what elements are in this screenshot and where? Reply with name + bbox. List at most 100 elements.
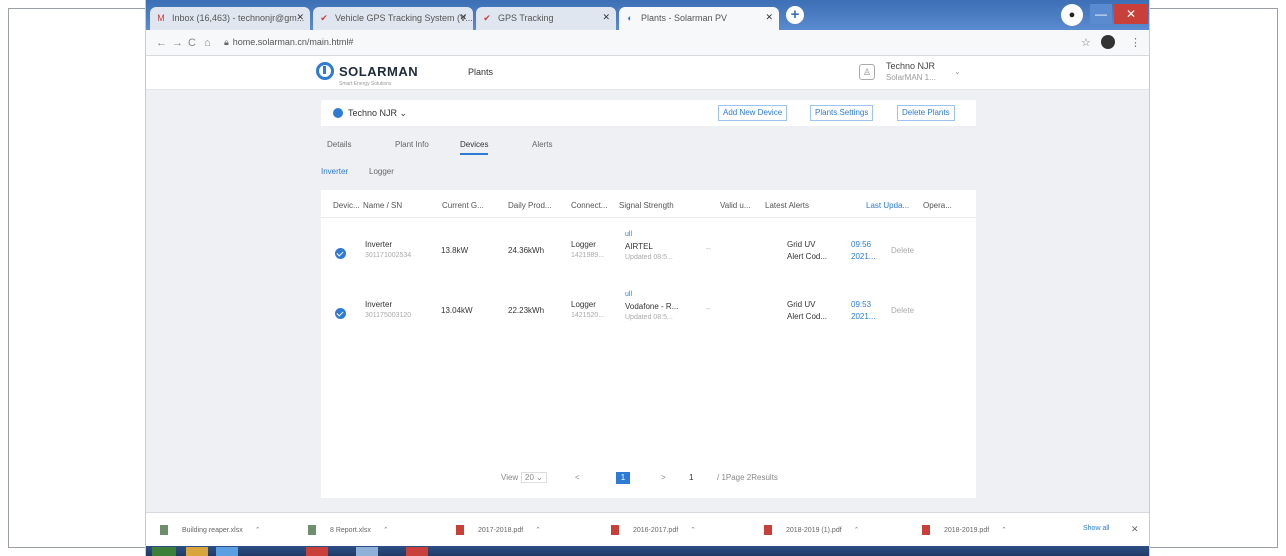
last-update-date[interactable]: 2021...	[851, 312, 875, 321]
chevron-up-icon[interactable]: ⌃	[690, 527, 696, 534]
subtab-inverter[interactable]: Inverter	[321, 167, 348, 176]
alert-name: Grid UV	[787, 240, 816, 249]
devices-table-card: Devic... Name / SN Current G... Daily Pr…	[321, 190, 976, 498]
pdf-icon	[764, 525, 772, 535]
close-download-bar-icon[interactable]: ✕	[1131, 524, 1139, 535]
add-new-device-button[interactable]: Add New Device	[718, 105, 788, 121]
url-text: home.solarman.cn/main.html#	[232, 37, 354, 47]
browser-tab-solarman[interactable]: ◐ Plants - Solarman PV ✕	[619, 7, 779, 30]
forward-icon[interactable]: →	[172, 37, 183, 49]
url-field[interactable]: 🔒︎ home.solarman.cn/main.html#	[224, 37, 353, 48]
col-current[interactable]: Current G...	[442, 201, 484, 210]
close-tab-icon[interactable]: ✕	[296, 12, 304, 23]
bookmark-star-icon[interactable]: ☆	[1081, 36, 1091, 49]
col-device[interactable]: Devic...	[333, 201, 360, 210]
os-taskbar	[146, 546, 1149, 556]
table-row[interactable]: Inverter 301171002534 13.8kW 24.36kWh Lo…	[321, 228, 976, 284]
download-label: 8 Report.xlsx	[330, 526, 371, 534]
chevron-up-icon[interactable]: ⌃	[1001, 527, 1007, 534]
explorer-icon[interactable]	[186, 547, 208, 556]
col-connect[interactable]: Connect...	[571, 201, 607, 210]
col-valid[interactable]: Valid u...	[720, 201, 751, 210]
tab-plant-info[interactable]: Plant Info	[395, 140, 429, 149]
tab-label: GPS Tracking	[498, 13, 554, 23]
page-size-select[interactable]: 20 ⌄	[521, 472, 547, 483]
view-label: View	[501, 473, 519, 482]
chevron-up-icon[interactable]: ⌃	[535, 527, 541, 534]
delete-device-button[interactable]: Delete	[891, 246, 914, 255]
chevron-down-icon[interactable]: ⌄	[954, 67, 961, 76]
col-last-update[interactable]: Last Upda...	[866, 201, 909, 210]
tab-alerts[interactable]: Alerts	[532, 140, 552, 149]
prev-page-button[interactable]: <	[575, 473, 580, 482]
alert-name: Grid UV	[787, 300, 816, 309]
browser-tab-strip: M Inbox (16,463) - technonjr@gm... ✕ ✔ V…	[146, 0, 1149, 30]
logo-subtitle: Smart Energy Solutions	[339, 81, 392, 87]
device-sn: 301175003120	[365, 312, 412, 319]
spreadsheet-icon	[308, 525, 316, 535]
new-tab-button[interactable]: +	[786, 6, 804, 24]
browser-tab-vehicle-gps[interactable]: ✔ Vehicle GPS Tracking System (V... ✕	[313, 7, 473, 30]
start-button[interactable]	[152, 547, 176, 556]
profile-icon[interactable]: ●	[1061, 4, 1083, 26]
reload-icon[interactable]: C	[188, 37, 196, 49]
window-close-button[interactable]: ✕	[1114, 4, 1148, 24]
chevron-up-icon[interactable]: ⌃	[854, 527, 860, 534]
close-tab-icon[interactable]: ✕	[765, 12, 773, 23]
user-name[interactable]: Techno NJR	[886, 61, 935, 71]
solarman-logo[interactable]: SOLARMAN	[316, 62, 418, 80]
goto-page-input[interactable]: 1	[689, 473, 693, 482]
app-icon[interactable]	[216, 547, 238, 556]
daily-production: 24.36kWh	[508, 246, 545, 255]
account-avatar[interactable]	[1101, 35, 1115, 49]
delete-device-button[interactable]: Delete	[891, 306, 914, 315]
device-online-icon	[335, 308, 346, 319]
browser-menu-icon[interactable]: ⋮	[1130, 36, 1141, 49]
signal-updated: Updated 08:5...	[625, 314, 673, 321]
download-item[interactable]: 2016-2017.pdf ⌃	[611, 525, 696, 535]
connect-device: Logger	[571, 240, 596, 249]
app-icon[interactable]	[356, 547, 378, 556]
close-tab-icon[interactable]: ✕	[602, 12, 610, 23]
next-page-button[interactable]: >	[661, 473, 666, 482]
back-icon[interactable]: ←	[156, 37, 167, 49]
col-operation[interactable]: Opera...	[923, 201, 952, 210]
col-signal[interactable]: Signal Strength	[619, 201, 674, 210]
col-alerts[interactable]: Latest Alerts	[765, 201, 809, 210]
last-update-time[interactable]: 09:53	[851, 300, 871, 309]
minimize-button[interactable]: —	[1090, 4, 1112, 24]
plants-settings-button[interactable]: Plants Settings	[810, 105, 874, 121]
download-item[interactable]: 2018-2019.pdf ⌃	[922, 525, 1007, 535]
download-item[interactable]: Building reaper.xlsx ⌃	[160, 525, 261, 535]
home-icon[interactable]: ⌂	[204, 37, 211, 49]
pdf-icon	[611, 525, 619, 535]
chevron-up-icon[interactable]: ⌃	[255, 527, 261, 534]
close-tab-icon[interactable]: ✕	[459, 12, 467, 23]
show-all-downloads-button[interactable]: Show all	[1083, 525, 1109, 532]
browser-tab-gmail[interactable]: M Inbox (16,463) - technonjr@gm... ✕	[150, 7, 310, 30]
subtab-logger[interactable]: Logger	[369, 167, 394, 176]
pdf-icon	[922, 525, 930, 535]
browser-tab-gps-tracking[interactable]: ✔ GPS Tracking ✕	[476, 7, 616, 30]
chevron-up-icon[interactable]: ⌃	[383, 527, 389, 534]
nav-plants[interactable]: Plants	[468, 67, 493, 77]
download-item[interactable]: 2018-2019 (1).pdf ⌃	[764, 525, 860, 535]
signal-icon: ull	[625, 231, 633, 238]
chrome-icon[interactable]	[306, 547, 328, 556]
tab-devices[interactable]: Devices	[460, 140, 489, 155]
app-icon[interactable]	[406, 547, 428, 556]
page-size-value: 20	[525, 473, 534, 482]
user-icon[interactable]: ♙	[859, 64, 875, 80]
download-item[interactable]: 2017-2018.pdf ⌃	[456, 525, 541, 535]
alert-code: Alert Cod...	[787, 252, 828, 261]
last-update-date[interactable]: 2021...	[851, 252, 875, 261]
col-name-sn[interactable]: Name / SN	[363, 201, 402, 210]
download-item[interactable]: 8 Report.xlsx ⌃	[308, 525, 389, 535]
page-1-button[interactable]: 1	[616, 472, 630, 484]
col-daily[interactable]: Daily Prod...	[508, 201, 552, 210]
last-update-time[interactable]: 09:56	[851, 240, 871, 249]
delete-plants-button[interactable]: Delete Plants	[897, 105, 955, 121]
table-row[interactable]: Inverter 301175003120 13.04kW 22.23kWh L…	[321, 288, 976, 344]
tab-details[interactable]: Details	[327, 140, 351, 149]
plant-selector[interactable]: Techno NJR ⌄	[348, 108, 407, 119]
